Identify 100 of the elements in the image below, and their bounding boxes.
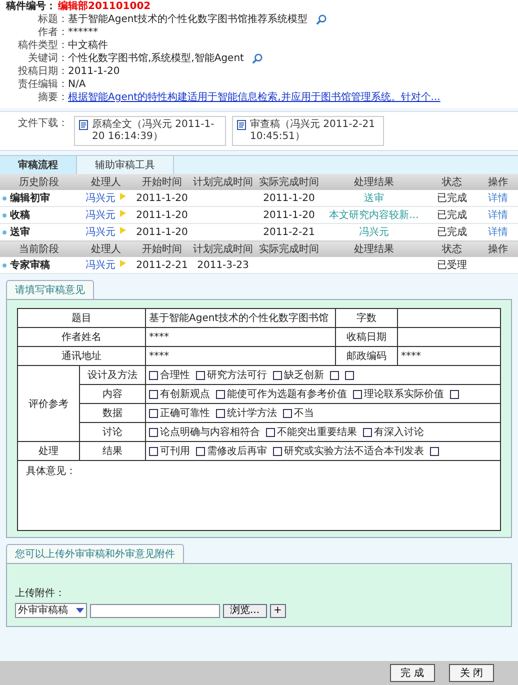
table-cell: 2011-2-21 [263,226,315,238]
search-icon[interactable] [316,14,327,25]
checkbox[interactable] [450,390,459,398]
bullet-icon [2,230,7,234]
checkbox[interactable] [266,428,275,436]
criterion-label: 内容 [102,389,122,400]
field-value: 基于智能Agent技术的个性化数字图书馆推荐系统模型 [68,13,308,26]
column-header: 实际完成时间 [256,174,322,190]
stage-name: 专家审稿 [10,258,50,272]
option-label: 缺乏创新 [284,368,324,382]
checkbox[interactable] [273,370,282,380]
field-label: 字数 [356,313,376,324]
result-link[interactable]: 送审 [364,193,384,204]
criterion-label: 设计及方法 [88,370,138,381]
checkbox[interactable] [363,428,372,436]
comments-field[interactable]: 具体意见： [17,461,501,531]
document-icon [237,120,246,130]
field-value: ****** [68,26,98,39]
column-header: 实际完成时间 [256,240,322,257]
checkbox[interactable] [149,428,158,436]
field-label: 作者姓名 [62,332,102,343]
column-header: 处理人 [78,240,134,257]
field-label: 关键词： [27,52,68,65]
checkbox[interactable] [283,408,292,418]
checkbox[interactable] [196,370,205,380]
checkbox[interactable] [353,390,362,398]
field-value: **** [149,332,169,342]
column-header: 计划完成时间 [190,240,256,257]
table-cell: 2011-1-20 [263,210,315,220]
option-label: 研究方法可行 [207,368,267,382]
footer-button[interactable]: 关 闭 [448,664,494,682]
result-link[interactable]: 本文研究内容较新... [329,210,419,221]
column-header: 当前阶段 [0,240,78,257]
option-label: 不能突出重要结果 [277,426,357,439]
field-label: 题目 [72,313,92,324]
stage-name: 收稿 [10,208,30,222]
handler-link[interactable]: 冯兴元 [86,210,116,221]
stage-name: 送审 [10,225,30,239]
panel-tab[interactable]: 您可以上传外审审稿和外审意见附件 [6,544,184,563]
checkbox[interactable] [273,446,282,456]
column-header: 处理人 [78,174,134,190]
browse-button[interactable]: 浏览... [223,604,267,618]
checkbox[interactable] [149,408,158,418]
checkbox[interactable] [196,446,205,456]
field-value: **** [401,350,421,362]
column-header: 操作 [478,240,518,257]
checkbox[interactable] [430,446,439,456]
checkbox[interactable] [345,370,354,380]
footer-button[interactable]: 完 成 [390,664,435,682]
abstract-link[interactable]: 根据智能Agent的特性构建适用于智能信息检索,并应用于图书馆管理系统。针对个... [68,91,440,104]
panel-tab[interactable]: 请填写审稿意见 [6,280,94,299]
group-label: 处理 [38,446,58,457]
table-cell: 2011-1-20 [136,226,188,238]
search-icon[interactable] [252,53,263,64]
column-header: 开始时间 [134,174,190,190]
table-cell: 已完成 [437,227,467,238]
type-dropdown[interactable]: 外审审稿稿 [15,603,87,618]
checkbox[interactable] [216,390,225,398]
checkbox[interactable] [216,408,225,418]
add-button[interactable]: + [270,604,286,618]
field-value: 中文稿件 [68,39,108,52]
field-value: N/A [68,78,86,91]
tab[interactable]: 审稿流程 [0,156,77,174]
option-label: 理论联系实际价值 [364,388,444,401]
field-label: 标题： [37,13,68,26]
field-label: 通讯地址 [62,351,102,362]
option-label: 正确可靠性 [160,406,210,420]
file-download-link[interactable]: 审查稿（冯兴元 2011-2-21 10:45:51） [232,116,384,146]
checkbox[interactable] [149,446,158,456]
checkbox[interactable] [330,370,339,380]
result-link[interactable]: 冯兴元 [359,227,389,238]
details-link[interactable]: 详情 [488,210,508,221]
stage-name: 编辑初审 [10,191,50,205]
bullet-icon [2,212,7,218]
handler-link[interactable]: 冯兴元 [86,193,116,204]
tab[interactable]: 辅助审稿工具 [77,156,174,174]
details-link[interactable]: 详情 [488,227,508,238]
option-label: 合理性 [160,368,190,382]
file-path-field[interactable] [90,604,220,618]
option-label: 能使可作为选题有参考价值 [227,388,347,401]
column-header: 处理结果 [322,240,426,257]
details-link[interactable]: 详情 [488,193,508,204]
column-header: 状态 [426,240,478,257]
field-value: **** [149,350,169,362]
option-label: 论点明确与内容相符合 [160,426,260,439]
field-label: 文件下载： [17,116,68,131]
checkbox[interactable] [149,390,158,398]
field-label: 稿件编号： [6,0,56,13]
option-label: 研究或实验方法不适合本刊发表 [284,444,424,458]
column-header: 开始时间 [134,240,190,257]
handler-link[interactable]: 冯兴元 [86,227,116,238]
table-cell: 2011-1-20 [263,192,315,204]
column-header: 操作 [478,174,518,190]
handler-link[interactable]: 冯兴元 [86,260,116,271]
table-cell: 已受理 [437,260,467,271]
checkbox[interactable] [149,370,158,380]
field-label: 作者： [37,26,68,39]
option-label: 有深入讨论 [374,426,424,439]
criterion-label: 讨论 [102,427,122,438]
file-download-link[interactable]: 原稿全文（冯兴元 2011-1-20 16:14:39） [74,116,226,146]
